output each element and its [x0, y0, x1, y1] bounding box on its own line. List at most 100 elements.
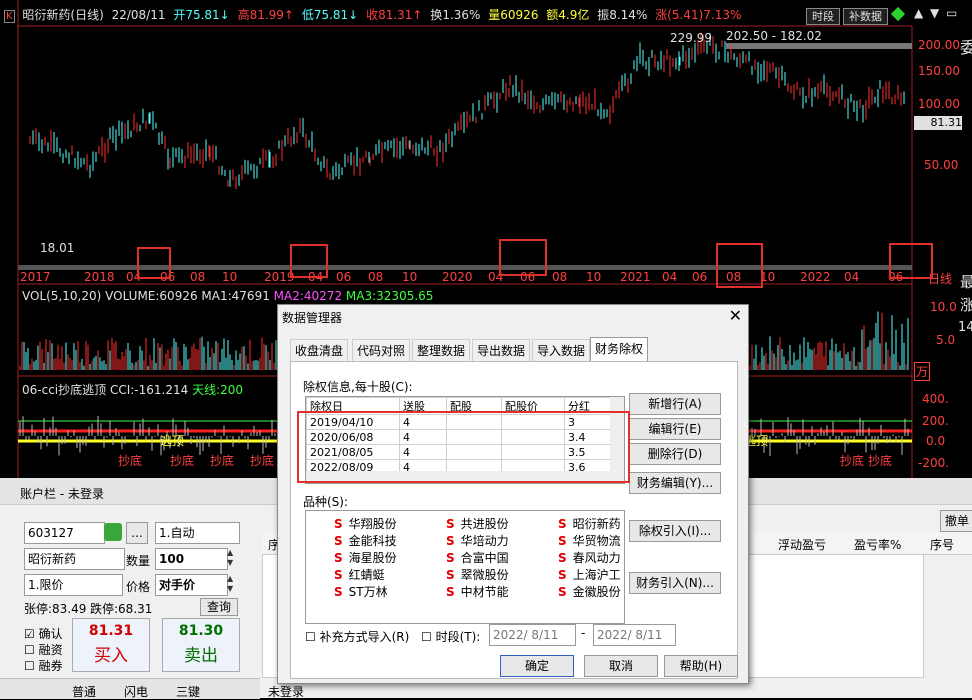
- not-logged-tab[interactable]: 未登录: [268, 683, 304, 700]
- date-axis-label: 08: [190, 270, 206, 284]
- period-checkbox[interactable]: ☐ 时段(T):: [421, 628, 480, 645]
- annotation-box-4: [716, 243, 763, 288]
- stock-list-item[interactable]: S 中材节能: [446, 583, 509, 600]
- prev-arrow-icon[interactable]: K: [4, 10, 15, 23]
- finance-edit-button[interactable]: 财务编辑(Y)...: [629, 472, 721, 494]
- dialog-title: 数据管理器: [282, 311, 343, 325]
- finance-import-button[interactable]: 财务引入(N)...: [629, 572, 721, 594]
- stock-type-icon: S: [558, 551, 567, 565]
- stock-type-icon: S: [334, 551, 343, 565]
- stock-list-item[interactable]: S 华翔股份: [334, 515, 397, 532]
- stocks-label: 品种(S):: [303, 495, 349, 509]
- stock-name: 华培动力: [460, 534, 509, 548]
- price-label: 价格: [126, 580, 151, 594]
- grid-col-index: 序号: [930, 538, 955, 552]
- stock-name: ST万林: [348, 585, 388, 599]
- vol-label: VOL(5,10,20): [22, 289, 102, 303]
- sell-button[interactable]: 81.30 卖出: [162, 618, 240, 672]
- price-stepper[interactable]: ▲ ▼: [227, 574, 239, 594]
- price-input[interactable]: 对手价: [155, 574, 228, 596]
- tab-code-map[interactable]: 代码对照: [352, 339, 411, 362]
- menu-icon[interactable]: ▭: [946, 6, 957, 20]
- tab-import[interactable]: 导入数据: [532, 339, 591, 362]
- right-label-zhang: 涨: [960, 296, 972, 314]
- date-to-input[interactable]: 2022/ 8/11: [593, 624, 676, 646]
- help-button[interactable]: 帮助(H): [664, 655, 738, 677]
- date-from-input[interactable]: 2022/ 8/11: [489, 624, 576, 646]
- stock-type-icon: S: [446, 517, 455, 531]
- stock-list-item[interactable]: S 红蜻蜓: [334, 566, 385, 583]
- qty-stepper[interactable]: ▲ ▼: [227, 548, 239, 568]
- edit-row-button[interactable]: 编辑行(E): [629, 418, 721, 440]
- stock-list-item[interactable]: S 海星股份: [334, 549, 397, 566]
- cci-signal-label: 抄底: [840, 454, 865, 468]
- stock-list-item[interactable]: S 春风动力: [558, 549, 621, 566]
- tab-sanjian[interactable]: 三键: [176, 683, 200, 700]
- delete-row-button[interactable]: 删除行(D): [629, 443, 721, 465]
- buy-button[interactable]: 81.31 买入: [72, 618, 150, 672]
- date-axis-label: 04: [662, 270, 678, 284]
- stock-list-item[interactable]: S 华贸物流: [558, 532, 621, 549]
- right-panel-edge: 委: [960, 38, 972, 57]
- stock-list-item[interactable]: S 金徽股份: [558, 583, 621, 600]
- cci-value: CCI:-161.214: [109, 383, 189, 397]
- stock-type-icon: S: [558, 517, 567, 531]
- cci-axis-0: 0.0: [926, 434, 946, 448]
- browse-button[interactable]: ...: [126, 522, 148, 544]
- stock-list-item[interactable]: S 翠微股份: [446, 566, 509, 583]
- stock-list-item[interactable]: S 华培动力: [446, 532, 509, 549]
- cancel-order-button[interactable]: 撤单: [940, 510, 972, 532]
- rongzi-checkbox[interactable]: ☐ 融资: [24, 641, 63, 658]
- stock-name: 上海沪工: [572, 568, 621, 582]
- price-type-select[interactable]: 1.限价: [24, 574, 123, 596]
- mode-select[interactable]: 1.自动: [155, 522, 240, 544]
- cci-label: 06-cci抄底逃顶: [22, 383, 107, 397]
- ok-button[interactable]: 确定: [500, 655, 574, 677]
- supplement-checkbox[interactable]: ☐ 补充方式导入(R): [305, 628, 409, 645]
- finance-rights-panel: 除权信息,每十股(C): 除权日 送股 配股 配股价 分红 2019/04/10 4 3 20…: [290, 361, 738, 679]
- tab-putong[interactable]: 普通: [72, 683, 96, 700]
- confirm-checkbox[interactable]: ☑ 确认: [24, 625, 63, 642]
- volume-legend: VOL(5,10,20) VOLUME:60926 MA1:47691 MA2:…: [22, 289, 433, 303]
- grid-col-pnl-rate: 盈亏率%: [854, 538, 902, 552]
- quote-high: 高81.99↑: [237, 8, 294, 22]
- tab-close-clear[interactable]: 收盘清盘: [290, 339, 349, 362]
- add-row-button[interactable]: 新增行(A): [629, 393, 721, 415]
- buy-price: 81.31: [88, 623, 134, 639]
- stocks-list[interactable]: S 华翔股份 S 共进股份 S 昭衍新药 S 金能科技 S 华培动力 S 华贸物流 S 海星股份 S 合富中国…: [305, 510, 625, 624]
- stock-name: 中材节能: [460, 585, 509, 599]
- stock-list-item[interactable]: S 金能科技: [334, 532, 397, 549]
- qty-input[interactable]: 100: [155, 548, 228, 570]
- rights-import-button[interactable]: 除权引入(I)...: [629, 520, 721, 542]
- date-axis-label: 2018: [84, 270, 115, 284]
- tab-organize[interactable]: 整理数据: [412, 339, 471, 362]
- close-icon[interactable]: ✕: [729, 306, 742, 325]
- tab-shandian[interactable]: 闪电: [124, 683, 148, 700]
- price-axis-150: 150.00: [918, 64, 960, 78]
- cci-signal-label: 抄底: [868, 454, 893, 468]
- stock-list-item[interactable]: S 昭衍新药: [558, 515, 621, 532]
- lock-icon[interactable]: [104, 523, 122, 541]
- date-axis-label: 10: [586, 270, 602, 284]
- rights-section-label: 除权信息,每十股(C):: [303, 380, 413, 394]
- stock-name: 华翔股份: [348, 517, 397, 531]
- down-arrow-icon[interactable]: ▼: [930, 6, 939, 20]
- stock-list-item[interactable]: S 共进股份: [446, 515, 509, 532]
- range-band: [726, 43, 912, 49]
- stock-list-item[interactable]: S ST万林: [334, 583, 388, 600]
- query-button[interactable]: 查询: [200, 598, 238, 616]
- stock-code-input[interactable]: 603127: [24, 522, 105, 544]
- fill-data-button[interactable]: 补数据: [843, 8, 888, 25]
- stock-list-item[interactable]: S 合富中国: [446, 549, 509, 566]
- cancel-button[interactable]: 取消: [584, 655, 658, 677]
- period-button[interactable]: 时段: [806, 8, 840, 25]
- range-mark: 202.50 - 182.02: [726, 29, 822, 43]
- stock-list-item[interactable]: S 上海沪工: [558, 566, 621, 583]
- date-axis-label: 2017: [20, 270, 51, 284]
- rongquan-checkbox[interactable]: ☐ 融券: [24, 657, 63, 674]
- tab-finance-rights[interactable]: 财务除权: [590, 337, 649, 362]
- stock-type-icon: S: [558, 585, 567, 599]
- period-label: 时段(T):: [435, 630, 481, 644]
- up-arrow-icon[interactable]: ▲: [914, 6, 923, 20]
- tab-export[interactable]: 导出数据: [472, 339, 531, 362]
